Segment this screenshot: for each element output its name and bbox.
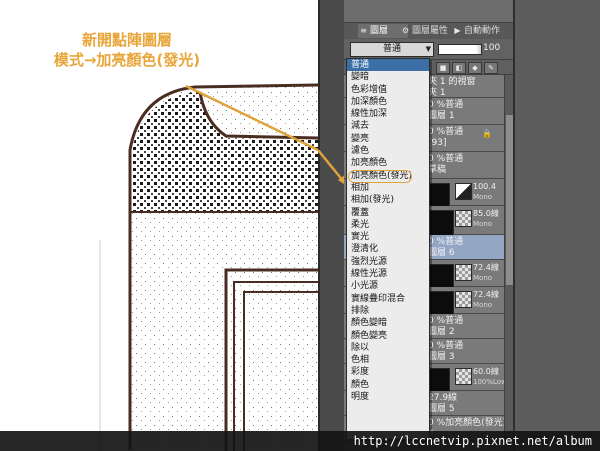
blend-menu-item[interactable]: 線性光源 [347, 268, 429, 280]
layer-name: [93] [428, 138, 447, 148]
blend-menu-item[interactable]: 顏色變亮 [347, 330, 429, 342]
blend-menu-item[interactable]: 除以 [347, 342, 429, 354]
tab-layers-label: 圖層 [370, 26, 389, 36]
layer-name: 圖層 2 [428, 327, 455, 337]
layer-mode: 0 %普通 [428, 154, 464, 164]
blend-menu-item[interactable]: 減去 [347, 120, 429, 132]
scrollbar-thumb[interactable] [506, 115, 513, 285]
auto-action-icon: ▶ [454, 26, 461, 35]
annotation-line-1: 新開點陣圖層 [81, 31, 172, 49]
blend-menu-item[interactable]: 普通 [347, 59, 429, 72]
tab-auto-action[interactable]: ▶ 自動動作 [452, 24, 513, 38]
blend-menu-item[interactable]: 相加(發光) [347, 194, 429, 206]
blend-menu-item[interactable]: 加亮顏色 [347, 157, 429, 169]
layer-mask-thumbnail [455, 210, 472, 227]
layer-thumbnail [428, 210, 454, 238]
blend-menu-item[interactable]: 強烈光源 [347, 256, 429, 268]
blend-toolbar: 普通 ▼ 100 [344, 39, 513, 60]
layer-property-icon: ⚙ [401, 26, 410, 35]
blend-menu-item[interactable]: 實光 [347, 231, 429, 243]
blend-menu-item[interactable]: 顏色 [347, 379, 429, 391]
blend-menu-item[interactable]: 明度 [347, 391, 429, 403]
watermark-bar: http://lccnetvip.pixnet.net/album [0, 431, 600, 451]
blend-menu-item[interactable]: 覆蓋 [347, 207, 429, 219]
layer-mode: 27.9線 [428, 393, 458, 403]
blend-menu-item[interactable]: 實線疊印混合 [347, 293, 429, 305]
layer-mode: 0 %普通 [428, 127, 464, 137]
tab-auto-action-label: 自動動作 [464, 26, 501, 36]
blend-mode-value: 普通 [382, 44, 401, 54]
blend-menu-item[interactable]: 變亮 [347, 133, 429, 145]
layer-scrollbar[interactable] [504, 75, 513, 451]
blend-menu-item[interactable]: 濾色 [347, 145, 429, 157]
layer-mode: 0 %普通 [428, 341, 464, 351]
chevron-down-icon: ▼ [425, 45, 431, 53]
draft-icon[interactable]: ✎ [484, 62, 498, 74]
layer-opacity: 85.0線 [473, 209, 499, 218]
layer-color-mode: Mono [473, 301, 493, 309]
canvas-edge [318, 0, 320, 451]
layer-name: 圖層 5 [428, 404, 455, 414]
layer-mode: 0 %加亮顏色(發光) [428, 418, 507, 428]
layer-mode: 0 %普通 [428, 100, 464, 110]
watermark-url: http://lccnetvip.pixnet.net/album [353, 434, 592, 448]
blend-mode-dropdown: 普通 變暗 色彩增值 加深顏色 線性加深 減去 變亮 濾色 加亮顏色 加亮顏色(發光) 相加 相加(發… [346, 58, 430, 440]
layer-color-mode: 100%Low [473, 378, 507, 386]
layer-opacity: 72.4線 [473, 290, 499, 299]
opacity-value[interactable]: 100 [483, 42, 500, 55]
opacity-slider[interactable] [438, 44, 482, 55]
blend-menu-item[interactable]: 色彩增值 [347, 84, 429, 96]
layer-mode: 0 %普通 [428, 237, 464, 247]
app-side-frame [515, 0, 600, 451]
panel-tab-bar: ≡ 圖層 ⚙ 圖層屬性 ▶ 自動動作 [344, 22, 513, 40]
layer-name: 圖層 3 [428, 352, 455, 362]
layer-name: 夾 1 的視窗 [428, 77, 476, 87]
lock-icon[interactable]: ■ [436, 62, 450, 74]
layer-mask-thumbnail [455, 368, 472, 385]
blend-mode-select[interactable]: 普通 ▼ [350, 42, 434, 57]
layer-mode: 0 %普通 [428, 316, 464, 326]
annotation-text: 新開點陣圖層 模式→加亮顏色(發光) [22, 30, 232, 70]
layer-mask-thumbnail [455, 264, 472, 281]
layer-opacity: 72.4線 [473, 263, 499, 272]
layer-color-mode: Mono [473, 193, 493, 201]
layer-color-mode: Mono [473, 220, 493, 228]
blend-menu-item[interactable]: 色相 [347, 354, 429, 366]
reference-icon[interactable]: ◆ [468, 62, 482, 74]
layer-name: 草稿 [428, 165, 447, 175]
blend-menu-item[interactable]: 加亮顏色(發光) [347, 169, 429, 183]
clip-icon[interactable]: ◧ [452, 62, 466, 74]
blend-menu-item[interactable]: 加深顏色 [347, 96, 429, 108]
drawing-canvas[interactable]: 新開點陣圖層 模式→加亮顏色(發光) [0, 0, 318, 451]
tab-layer-property-label: 圖層屬性 [412, 26, 449, 36]
canvas-gutter [318, 0, 344, 451]
layer-mask-thumbnail [455, 291, 472, 308]
layers-icon: ≡ [360, 26, 367, 35]
blend-menu-item[interactable]: 柔光 [347, 219, 429, 231]
blend-menu-item[interactable]: 顏色變暗 [347, 317, 429, 329]
layer-color-mode: Mono [473, 274, 493, 282]
layer-name: 圖層 6 [428, 248, 455, 258]
layer-name: 圖層 1 [428, 111, 455, 121]
layer-opacity: 100.4 [473, 182, 496, 191]
blend-menu-item[interactable]: 小光源 [347, 280, 429, 292]
lock-icon[interactable]: 🔒 [482, 129, 492, 138]
blend-menu-item[interactable]: 澄清化 [347, 243, 429, 255]
layer-mask-thumbnail [455, 183, 472, 200]
blend-menu-item[interactable]: 排除 [347, 305, 429, 317]
blend-menu-item[interactable]: 彩度 [347, 366, 429, 378]
blend-menu-item[interactable]: 變暗 [347, 71, 429, 83]
layer-opacity: 60.0線 [473, 367, 499, 376]
annotation-line-2: 模式→加亮顏色(發光) [53, 51, 201, 69]
blend-menu-item[interactable]: 線性加深 [347, 108, 429, 120]
blend-menu-item[interactable]: 相加 [347, 182, 429, 194]
